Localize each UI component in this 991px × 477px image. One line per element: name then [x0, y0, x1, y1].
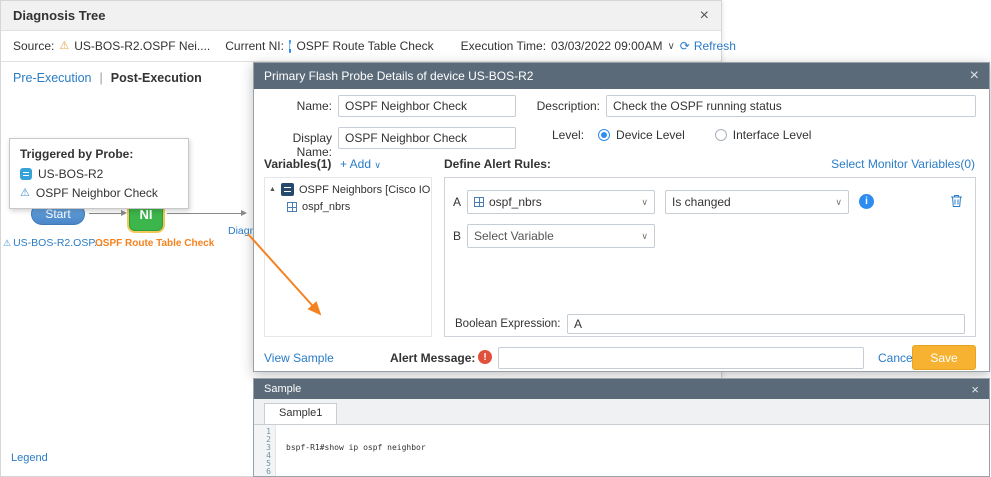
tab-separator: | [100, 71, 103, 85]
tree-node-label: ospf_nbrs [302, 201, 350, 213]
alert-triangle-icon: ⚠ [20, 188, 30, 199]
window-titlebar: Diagnosis Tree × [1, 1, 721, 31]
execution-time-dropdown-icon[interactable]: ∨ [667, 41, 674, 52]
sample-tabstrip: Sample1 [254, 399, 989, 425]
alert-triangle-icon: ⚠ [3, 239, 11, 248]
flow-arrow [167, 210, 247, 217]
start-node-sublabel[interactable]: ⚠ US-BOS-R2.OSP... [3, 237, 103, 249]
close-icon[interactable]: × [700, 8, 709, 24]
variables-label: Variables(1) [264, 157, 331, 171]
rule-b-variable-dropdown[interactable]: Select Variable ∨ [467, 224, 655, 248]
table-variable-icon [287, 202, 297, 212]
tab-pre-execution[interactable]: Pre-Execution [13, 71, 92, 85]
ni-badge-icon: i [289, 40, 292, 53]
line-number: 6 [254, 468, 271, 476]
alert-required-icon: ! [478, 350, 492, 364]
tooltip-item-label: OSPF Neighbor Check [36, 186, 158, 200]
parser-icon [281, 183, 294, 196]
tree-node-parser[interactable]: ▲ OSPF Neighbors [Cisco IOS] [265, 178, 431, 196]
device-icon [20, 168, 32, 180]
source-value[interactable]: US-BOS-R2.OSPF Nei.... [74, 39, 210, 53]
dialog-title: Primary Flash Probe Details of device US… [264, 69, 533, 83]
tooltip-item-probe[interactable]: ⚠ OSPF Neighbor Check [20, 186, 178, 200]
info-icon[interactable]: i [859, 194, 874, 209]
chevron-down-icon: ∨ [835, 197, 842, 208]
execution-time-label: Execution Time: [461, 39, 546, 53]
cancel-button[interactable]: Cancel [878, 351, 915, 365]
close-icon[interactable]: × [971, 383, 979, 396]
tooltip-title: Triggered by Probe: [20, 147, 178, 161]
code-line: bspf-R1#show ip ospf neighbor [286, 444, 647, 452]
chevron-down-icon: ∨ [641, 197, 648, 208]
ni-node-label: OSPF Route Table Check [95, 238, 214, 249]
chevron-down-icon: ∨ [374, 160, 381, 170]
radio-interface-level-label[interactable]: Interface Level [733, 128, 812, 142]
sample-title: Sample [264, 383, 301, 395]
display-name-label: Display Name: [254, 131, 332, 159]
display-name-field[interactable]: OSPF Neighbor Check [338, 127, 516, 149]
table-variable-icon [474, 197, 484, 207]
rule-a-label: A [453, 195, 461, 209]
sample-header: Sample × [254, 379, 989, 399]
tooltip-item-device[interactable]: US-BOS-R2 [20, 167, 178, 181]
tooltip-item-label: US-BOS-R2 [38, 167, 103, 181]
current-ni-value[interactable]: OSPF Route Table Check [296, 39, 433, 53]
execution-time-value: 03/03/2022 09:00AM [551, 39, 662, 53]
triggered-by-probe-tooltip: Triggered by Probe: US-BOS-R2 ⚠ OSPF Nei… [9, 138, 189, 209]
dialog-header: Primary Flash Probe Details of device US… [254, 63, 989, 89]
tab-sample1[interactable]: Sample1 [264, 403, 337, 424]
warning-triangle-icon: ⚠ [59, 41, 69, 52]
tree-expander-icon[interactable]: ▲ [269, 186, 276, 193]
screen: Diagnosis Tree × Source: ⚠ US-BOS-R2.OSP… [0, 0, 991, 477]
refresh-icon: ⟳ [680, 39, 690, 53]
code-line [286, 468, 647, 476]
code-lines: bspf-R1#show ip ospf neighbor Neighbor I… [276, 425, 647, 477]
name-field[interactable]: OSPF Neighbor Check [338, 95, 516, 117]
refresh-button[interactable]: ⟳ Refresh [680, 39, 736, 53]
refresh-label: Refresh [694, 39, 736, 53]
radio-interface-level[interactable] [715, 129, 727, 141]
view-sample-link[interactable]: View Sample [264, 351, 334, 365]
dialog-body: Name: OSPF Neighbor Check Description: C… [254, 89, 989, 371]
legend-link[interactable]: Legend [11, 452, 48, 464]
flow-arrow [89, 210, 127, 217]
sample-code-area: 1 2 3 4 5 6 bspf-R1#show ip ospf neighbo… [254, 425, 989, 477]
level-radio-group: Level: Device Level Interface Level [552, 128, 811, 142]
tree-node-variable[interactable]: ospf_nbrs [265, 196, 431, 213]
tree-node-label: OSPF Neighbors [Cisco IOS] [299, 184, 432, 196]
sample-panel: Sample × Sample1 1 2 3 4 5 6 bspf-R1#sho… [253, 378, 990, 477]
save-button[interactable]: Save [912, 345, 976, 370]
add-variable-button[interactable]: + Add ∨ [340, 157, 381, 171]
tab-post-execution[interactable]: Post-Execution [111, 71, 202, 85]
source-label: Source: [13, 39, 54, 53]
source-toolbar: Source: ⚠ US-BOS-R2.OSPF Nei.... Current… [1, 31, 721, 62]
line-number-gutter: 1 2 3 4 5 6 [254, 425, 276, 477]
radio-device-level-label[interactable]: Device Level [616, 128, 685, 142]
rule-a-variable-dropdown[interactable]: ospf_nbrs ∨ [467, 190, 655, 214]
variables-tree-panel: ▲ OSPF Neighbors [Cisco IOS] ospf_nbrs [264, 177, 432, 337]
level-label: Level: [552, 128, 584, 142]
next-node-label[interactable]: Diagn [228, 225, 255, 237]
alert-rules-box: A ospf_nbrs ∨ Is changed ∨ i B Select Va… [444, 177, 976, 337]
define-alert-rules-label: Define Alert Rules: [444, 157, 551, 171]
boolean-expression-field[interactable]: A [567, 314, 965, 334]
current-ni-label: Current NI: [225, 39, 284, 53]
select-monitor-variables-link[interactable]: Select Monitor Variables(0) [831, 157, 975, 171]
chevron-down-icon: ∨ [641, 231, 648, 242]
alert-message-field[interactable] [498, 347, 864, 369]
name-label: Name: [254, 99, 332, 113]
description-label: Description: [524, 99, 600, 113]
alert-message-label: Alert Message: [390, 351, 475, 365]
description-field[interactable]: Check the OSPF running status [606, 95, 976, 117]
rule-b-label: B [453, 229, 461, 243]
boolean-expression-label: Boolean Expression: [455, 318, 560, 330]
window-title: Diagnosis Tree [13, 8, 105, 23]
delete-rule-icon[interactable] [950, 194, 963, 211]
rule-a-operator-dropdown[interactable]: Is changed ∨ [665, 190, 849, 214]
probe-details-dialog: Primary Flash Probe Details of device US… [253, 62, 990, 372]
close-icon[interactable]: × [970, 68, 979, 84]
radio-device-level[interactable] [598, 129, 610, 141]
